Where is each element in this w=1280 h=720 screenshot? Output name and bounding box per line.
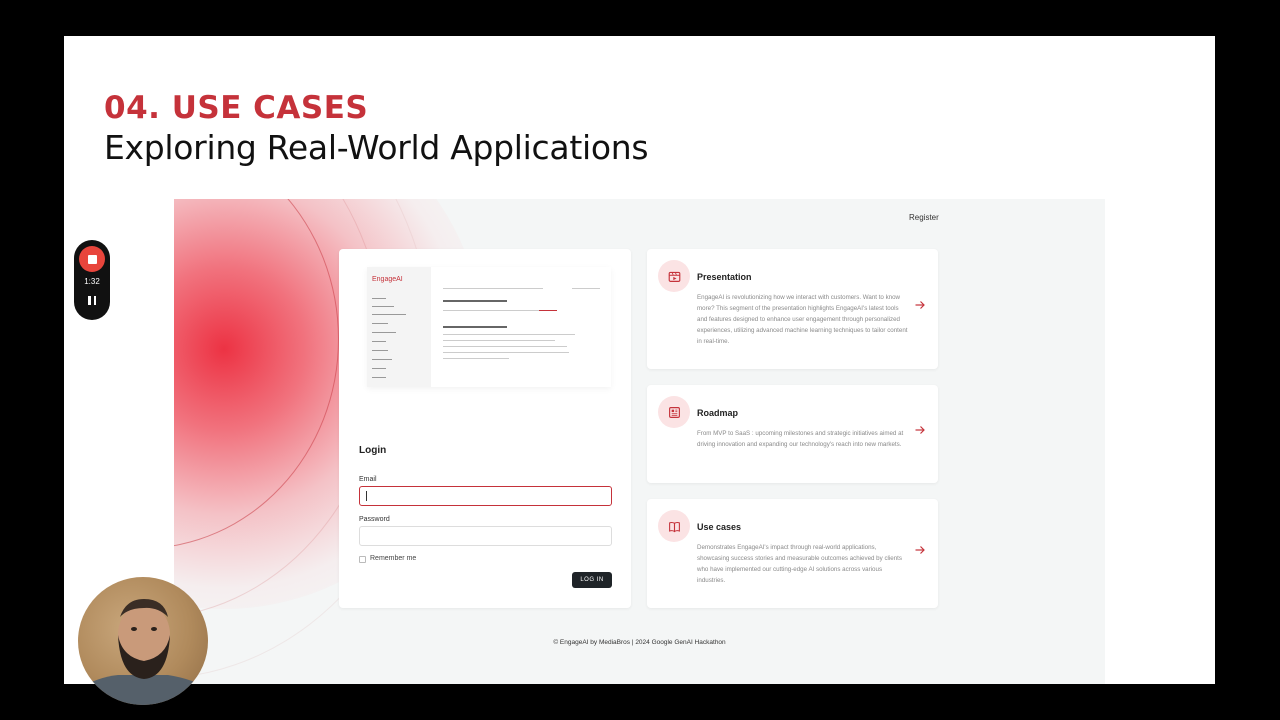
document-icon: [658, 396, 690, 428]
login-card: EngageAI Login Email Password Remember m…: [339, 249, 631, 608]
preview-text-line: [443, 334, 575, 335]
pause-icon[interactable]: [85, 293, 99, 307]
text-caret: [366, 491, 367, 501]
preview-line: [372, 323, 388, 324]
presenter-avatar-icon: [78, 599, 208, 705]
webcam-overlay: [78, 577, 208, 705]
preview-text-line: [443, 358, 509, 359]
preview-text-line: [443, 310, 539, 311]
preview-text-line: [443, 340, 555, 341]
card-description: Demonstrates EngageAI's impact through r…: [697, 544, 902, 584]
register-link[interactable]: Register: [909, 213, 939, 222]
login-button[interactable]: LOG IN: [572, 572, 612, 588]
preview-line: [372, 306, 394, 307]
preview-topbar-line: [572, 288, 600, 289]
card-description: From MVP to SaaS : upcoming milestones a…: [697, 430, 904, 448]
remember-me-label[interactable]: Remember me: [370, 555, 416, 562]
card-use-cases[interactable]: Use cases Demonstrates EngageAI's impact…: [647, 499, 938, 608]
preview-text-line: [443, 352, 569, 353]
slide-section-title: 04. USE CASES: [104, 90, 369, 126]
slide: 04. USE CASES Exploring Real-World Appli…: [64, 36, 1215, 684]
dashboard-preview-image: EngageAI: [367, 267, 611, 387]
preview-line: [372, 350, 388, 351]
card-title: Presentation: [697, 272, 752, 282]
card-roadmap[interactable]: Roadmap From MVP to SaaS : upcoming mile…: [647, 385, 938, 483]
preview-line: [372, 359, 392, 360]
recording-timer: 1:32: [84, 277, 100, 286]
app-screenshot: Register EngageAI Login Email Password R…: [174, 199, 1105, 684]
book-icon: [658, 510, 690, 542]
preview-line: [372, 298, 386, 299]
preview-line: [372, 314, 406, 315]
stop-recording-button[interactable]: [79, 246, 105, 272]
card-description: EngageAI is revolutionizing how we inter…: [697, 294, 908, 345]
email-label: Email: [359, 476, 377, 483]
app-footer: © EngageAI by MediaBros | 2024 Google Ge…: [553, 639, 726, 646]
preview-line: [372, 377, 386, 378]
preview-accent-line: [539, 310, 557, 311]
preview-line: [372, 368, 386, 369]
email-field[interactable]: [359, 486, 612, 506]
video-icon: [658, 260, 690, 292]
remember-me-checkbox[interactable]: [359, 556, 366, 563]
card-presentation[interactable]: Presentation EngageAI is revolutionizing…: [647, 249, 938, 369]
preview-line: [372, 332, 396, 333]
card-title: Roadmap: [697, 408, 739, 418]
login-title: Login: [359, 445, 387, 456]
password-label: Password: [359, 516, 390, 523]
preview-text-line: [443, 346, 567, 347]
preview-sidebar: EngageAI: [367, 267, 431, 387]
preview-heading-bar: [443, 326, 507, 328]
screen-recorder-widget: 1:32: [74, 240, 110, 320]
arrow-right-icon[interactable]: [914, 424, 926, 436]
preview-heading-bar: [443, 300, 507, 302]
password-field[interactable]: [359, 526, 612, 546]
arrow-right-icon[interactable]: [914, 299, 926, 311]
preview-logo: EngageAI: [372, 276, 403, 283]
slide-subtitle: Exploring Real-World Applications: [104, 128, 649, 167]
arrow-right-icon[interactable]: [914, 544, 926, 556]
preview-line: [372, 341, 386, 342]
preview-topbar-line: [443, 288, 543, 289]
card-title: Use cases: [697, 522, 742, 532]
stop-icon: [87, 254, 97, 264]
